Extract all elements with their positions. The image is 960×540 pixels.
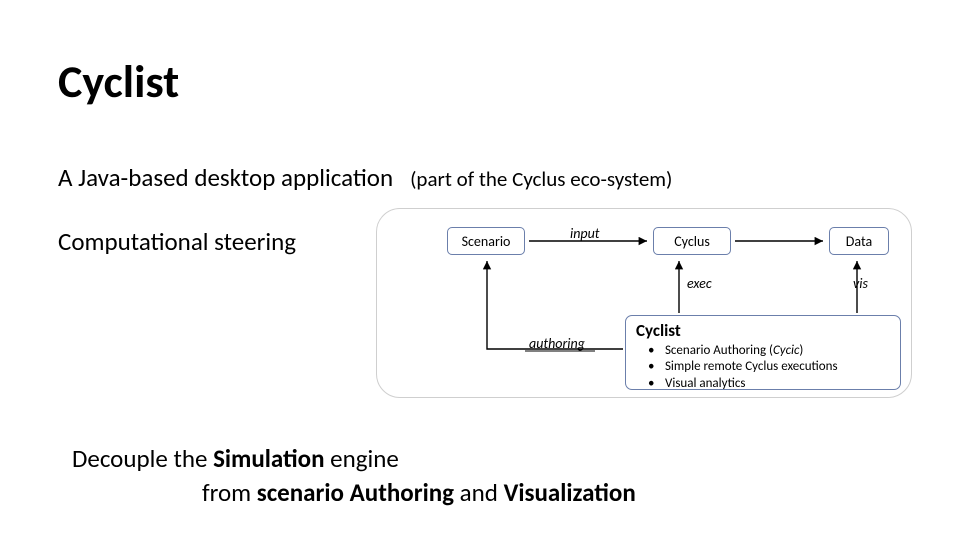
diagram-panel: Scenario Cyclus Data input exec vis auth… bbox=[376, 208, 912, 398]
decouple-l2a: from bbox=[202, 477, 257, 508]
page-title: Cyclist bbox=[58, 54, 179, 110]
subtitle-paren: (part of the Cyclus eco-system) bbox=[410, 166, 672, 192]
decouple-l1c: engine bbox=[325, 443, 399, 474]
decouple-l2c: and bbox=[454, 477, 504, 508]
edge-label-vis: vis bbox=[853, 275, 868, 292]
decouple-l2b: scenario Authoring bbox=[257, 477, 454, 508]
node-scenario: Scenario bbox=[447, 227, 525, 255]
list-item: Scenario Authoring (Cycic) bbox=[648, 343, 890, 359]
steering-label: Computational steering bbox=[58, 226, 296, 257]
list-item-text: Scenario Authoring ( bbox=[665, 343, 773, 358]
cyclist-header: Cyclist bbox=[636, 320, 890, 341]
slide: Cyclist A Java-based desktop application… bbox=[0, 0, 960, 540]
edge-label-exec: exec bbox=[687, 275, 712, 292]
edge-label-authoring: authoring bbox=[529, 335, 585, 352]
list-item-emph: Cycic bbox=[773, 343, 799, 358]
decouple-l1a: Decouple the bbox=[72, 443, 213, 474]
decouple-l2d: Visualization bbox=[504, 477, 636, 508]
decouple-statement: Decouple the Simulation engine from scen… bbox=[72, 442, 636, 510]
node-cyclist: Cyclist Scenario Authoring (Cycic) Simpl… bbox=[625, 315, 901, 390]
edge-label-input: input bbox=[570, 225, 600, 242]
list-item-text: ) bbox=[799, 343, 803, 358]
list-item: Simple remote Cyclus executions bbox=[648, 359, 890, 375]
node-data: Data bbox=[829, 227, 889, 255]
decouple-l1b: Simulation bbox=[213, 443, 324, 474]
list-item: Visual analytics bbox=[648, 376, 890, 392]
subtitle-main: A Java-based desktop application bbox=[58, 162, 393, 193]
node-cyclus: Cyclus bbox=[653, 227, 731, 255]
list-item-text: Visual analytics bbox=[665, 376, 745, 391]
list-item-text: Simple remote Cyclus executions bbox=[665, 359, 838, 374]
subtitle: A Java-based desktop application (part o… bbox=[58, 162, 672, 193]
cyclist-feature-list: Scenario Authoring (Cycic) Simple remote… bbox=[636, 343, 890, 392]
